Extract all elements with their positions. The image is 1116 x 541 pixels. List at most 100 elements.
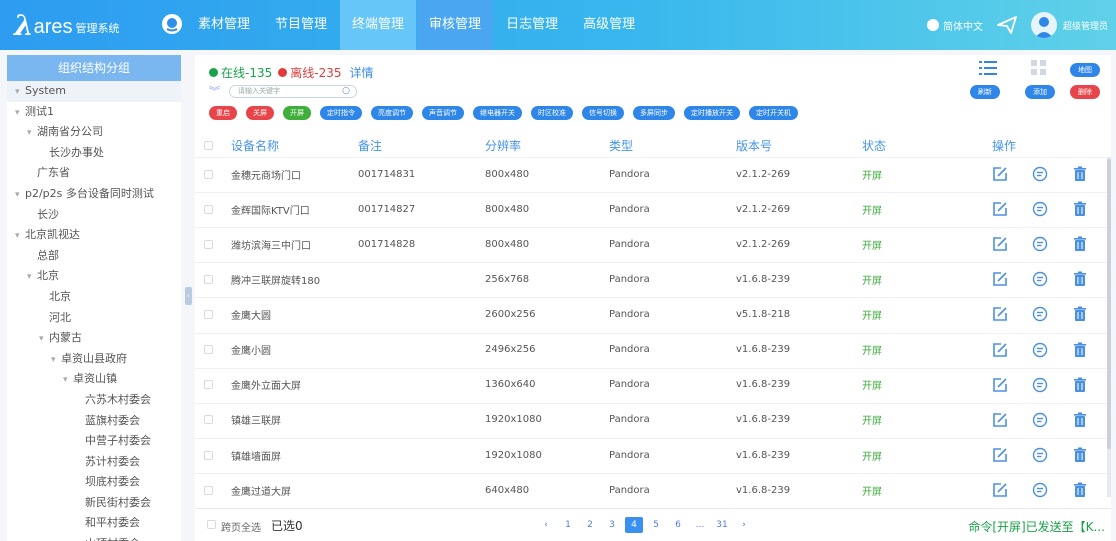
nav-item-3[interactable]: 审核管理 [417, 0, 494, 50]
table-row[interactable]: 金辉国际KTV门口 001714827 800x480 Pandora v2.1.2-2… [195, 192, 1111, 226]
command-button-7[interactable]: 时区校准 [531, 106, 573, 120]
table-row[interactable]: 潍坊滨海三中门口 001714828 800x480 Pandora v2.1.2-26… [195, 227, 1111, 261]
table-row[interactable]: 镇雄三联屏 1920x1080 Pandora v1.6.8-239 开屏 [195, 402, 1111, 437]
table-row[interactable]: 金穗元商场门口 001714831 800x480 Pandora v2.1.2-269… [195, 157, 1111, 191]
detail-icon[interactable] [1032, 306, 1050, 324]
delete-button[interactable]: 删除 [1070, 85, 1100, 99]
command-button-2[interactable]: 开屏 [283, 106, 311, 120]
send-icon[interactable] [995, 13, 1019, 37]
table-row[interactable]: 金鹰外立面大屏 1360x640 Pandora v1.6.8-239 开屏 [195, 367, 1111, 402]
chevron-down-icon[interactable]: ︾ [209, 83, 223, 99]
command-button-9[interactable]: 多屏同步 [633, 106, 675, 120]
command-button-10[interactable]: 定时播放开关 [684, 106, 740, 120]
page-button[interactable]: … [691, 517, 709, 533]
trash-icon[interactable] [1072, 236, 1090, 254]
tree-caret-icon[interactable]: ▾ [15, 82, 25, 103]
tree-item[interactable]: 长沙办事处 [7, 143, 181, 164]
detail-icon[interactable] [1032, 236, 1050, 254]
page-button[interactable]: 31 [713, 517, 731, 533]
table-row[interactable]: 金鹰过道大屏 640x480 Pandora v1.6.8-239 开屏 [195, 472, 1111, 507]
page-button[interactable]: › [735, 517, 753, 533]
tree-caret-icon[interactable]: ▾ [39, 329, 49, 350]
trash-icon[interactable] [1072, 377, 1090, 395]
tree-item[interactable]: 蓝旗村委会 [7, 411, 181, 432]
page-button[interactable]: 5 [647, 517, 665, 533]
command-button-1[interactable]: 关屏 [246, 106, 274, 120]
command-button-5[interactable]: 声音调节 [422, 106, 464, 120]
tree-item[interactable]: ▾ 湖南省分公司 [7, 122, 181, 143]
command-button-3[interactable]: 定时指令 [320, 106, 362, 120]
tree-item[interactable]: ▾ 内蒙古 [7, 328, 181, 349]
row-checkbox[interactable] [204, 485, 213, 495]
cross-page-select-label[interactable]: 跨页全选 [221, 519, 261, 534]
page-button[interactable]: 1 [559, 517, 577, 533]
tree-item[interactable]: 新民街村委会 [7, 493, 181, 514]
tree-item[interactable]: ▾ 北京 [7, 266, 181, 287]
cross-page-select-checkbox[interactable] [207, 520, 216, 529]
trash-icon[interactable] [1072, 412, 1090, 430]
tree-item[interactable]: 广东省 [7, 163, 181, 184]
page-button[interactable]: ‹ [537, 517, 555, 533]
detail-icon[interactable] [1032, 201, 1050, 219]
row-checkbox[interactable] [204, 380, 213, 390]
page-button[interactable]: 6 [669, 517, 687, 533]
user-name[interactable]: 超级管理员 [1063, 19, 1108, 32]
trash-icon[interactable] [1072, 482, 1090, 500]
detail-icon[interactable] [1032, 482, 1050, 500]
add-button[interactable]: 添加 [1025, 85, 1055, 99]
row-checkbox[interactable] [204, 415, 213, 425]
nav-item-4[interactable]: 日志管理 [494, 0, 570, 50]
table-row[interactable]: 金鹰大圆 2600x256 Pandora v5.1.8-218 开屏 [195, 297, 1111, 331]
page-button[interactable]: 3 [603, 517, 621, 533]
status-detail-link[interactable]: 详情 [350, 64, 374, 81]
edit-icon[interactable] [992, 236, 1010, 254]
page-button[interactable]: 2 [581, 517, 599, 533]
edit-icon[interactable] [992, 271, 1010, 289]
edit-icon[interactable] [992, 306, 1010, 324]
row-checkbox[interactable] [204, 169, 213, 179]
table-row[interactable]: 镇雄墙面屏 1920x1080 Pandora v1.6.8-239 开屏 [195, 437, 1111, 472]
tree-item[interactable]: ▾ p2/p2s 多台设备同时测试 [7, 184, 181, 205]
detail-icon[interactable] [1032, 271, 1050, 289]
command-button-0[interactable]: 重启 [209, 106, 237, 120]
tree-item[interactable]: 北京 [7, 287, 181, 308]
nav-item-5[interactable]: 高级管理 [571, 0, 647, 50]
detail-icon[interactable] [1032, 412, 1050, 430]
tree-item[interactable]: 坝底村委会 [7, 472, 181, 493]
tree-caret-icon[interactable]: ▾ [15, 103, 25, 124]
command-button-4[interactable]: 亮度调节 [371, 106, 413, 120]
page-button[interactable]: 4 [625, 517, 643, 533]
edit-icon[interactable] [992, 342, 1010, 360]
command-button-11[interactable]: 定时开关机 [749, 106, 798, 120]
tree-item[interactable]: ▾ 北京凯视达 [7, 225, 181, 246]
refresh-button[interactable]: 刷新 [970, 85, 1000, 99]
table-row[interactable]: 金鹰小圆 2496x256 Pandora v1.6.8-239 开屏 [195, 332, 1111, 367]
tree-caret-icon[interactable]: ▾ [27, 123, 37, 144]
tree-caret-icon[interactable]: ▾ [15, 226, 25, 247]
map-button[interactable]: 地图 [1070, 63, 1100, 77]
detail-icon[interactable] [1032, 342, 1050, 360]
tree-caret-icon[interactable]: ▾ [15, 185, 25, 206]
edit-icon[interactable] [992, 201, 1010, 219]
grid-view-icon[interactable] [1031, 60, 1047, 76]
trash-icon[interactable] [1072, 447, 1090, 465]
edit-icon[interactable] [992, 412, 1010, 430]
tree-item[interactable]: 山顶村委会 [7, 534, 181, 541]
command-button-6[interactable]: 继电器开关 [473, 106, 522, 120]
command-button-8[interactable]: 信号切换 [582, 106, 624, 120]
tree-item[interactable]: ▾ 测试1 [7, 102, 181, 123]
detail-icon[interactable] [1032, 377, 1050, 395]
list-view-icon[interactable] [979, 59, 997, 77]
tree-item[interactable]: ▾ System [7, 81, 181, 102]
trash-icon[interactable] [1072, 306, 1090, 324]
app-logo[interactable]: λ ares 管理系统 [14, 11, 120, 40]
tree-caret-icon[interactable]: ▾ [63, 370, 73, 391]
trash-icon[interactable] [1072, 342, 1090, 360]
tree-item[interactable]: 长沙 [7, 205, 181, 226]
tree-caret-icon[interactable]: ▾ [51, 350, 61, 371]
select-all-checkbox[interactable] [204, 141, 213, 150]
edit-icon[interactable] [992, 166, 1010, 184]
edit-icon[interactable] [992, 377, 1010, 395]
tree-item[interactable]: 六苏木村委会 [7, 390, 181, 411]
row-checkbox[interactable] [204, 239, 213, 249]
